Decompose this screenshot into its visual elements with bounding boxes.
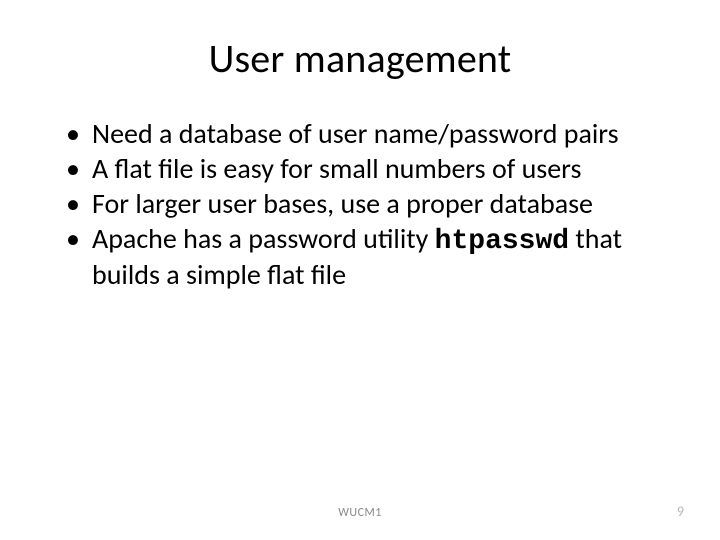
list-item: A flat file is easy for small numbers of… — [66, 152, 672, 185]
slide: User management Need a database of user … — [0, 0, 720, 540]
code-text: htpasswd — [435, 226, 569, 257]
bullet-text: Need a database of user name/password pa… — [92, 116, 619, 151]
bullet-text: A flat file is easy for small numbers of… — [92, 151, 581, 186]
bullet-text-prefix: Apache has a password utility — [92, 221, 435, 256]
bullet-list: Need a database of user name/password pa… — [48, 117, 672, 291]
bullet-text: For larger user bases, use a proper data… — [92, 186, 593, 221]
page-number: 9 — [677, 503, 684, 520]
list-item: Need a database of user name/password pa… — [66, 117, 672, 150]
list-item: For larger user bases, use a proper data… — [66, 187, 672, 220]
slide-title: User management — [48, 34, 672, 83]
list-item: Apache has a password utility htpasswd t… — [66, 222, 672, 291]
footer-label: WUCM1 — [0, 506, 720, 520]
